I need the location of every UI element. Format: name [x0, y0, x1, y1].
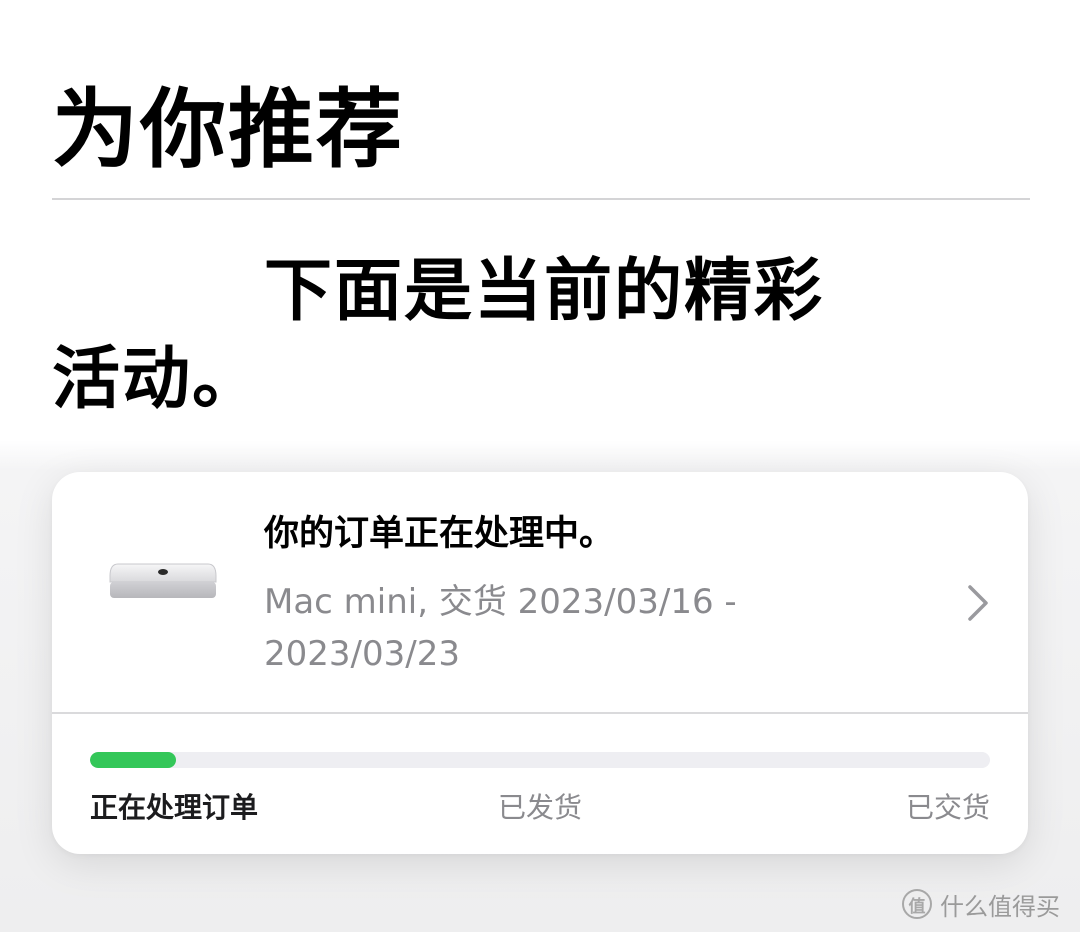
page-title: 为你推荐: [52, 80, 404, 180]
order-card[interactable]: 你的订单正在处理中。 Mac mini, 交货 2023/03/16 - 202…: [52, 472, 1028, 854]
stage-shipped: 已发货: [498, 791, 583, 824]
order-progress-bar: [90, 752, 990, 768]
chevron-right-icon[interactable]: [966, 584, 990, 622]
order-progress-fill: [90, 752, 176, 768]
card-divider: [52, 712, 1028, 714]
mac-mini-icon: [109, 563, 217, 598]
watermark-text: 什么值得买: [940, 892, 1060, 921]
intro-text: 下面是当前的精彩活动。: [52, 252, 825, 419]
order-detail-text: Mac mini, 交货 2023/03/16 - 2023/03/23: [264, 582, 737, 674]
watermark-logo-icon: 值: [902, 889, 932, 919]
title-divider: [52, 198, 1030, 200]
watermark: 值 什么值得买: [902, 884, 1060, 924]
stage-processing: 正在处理订单: [90, 791, 259, 824]
stage-delivered: 已交货: [905, 791, 990, 824]
order-status-text: 你的订单正在处理中。: [264, 514, 615, 554]
